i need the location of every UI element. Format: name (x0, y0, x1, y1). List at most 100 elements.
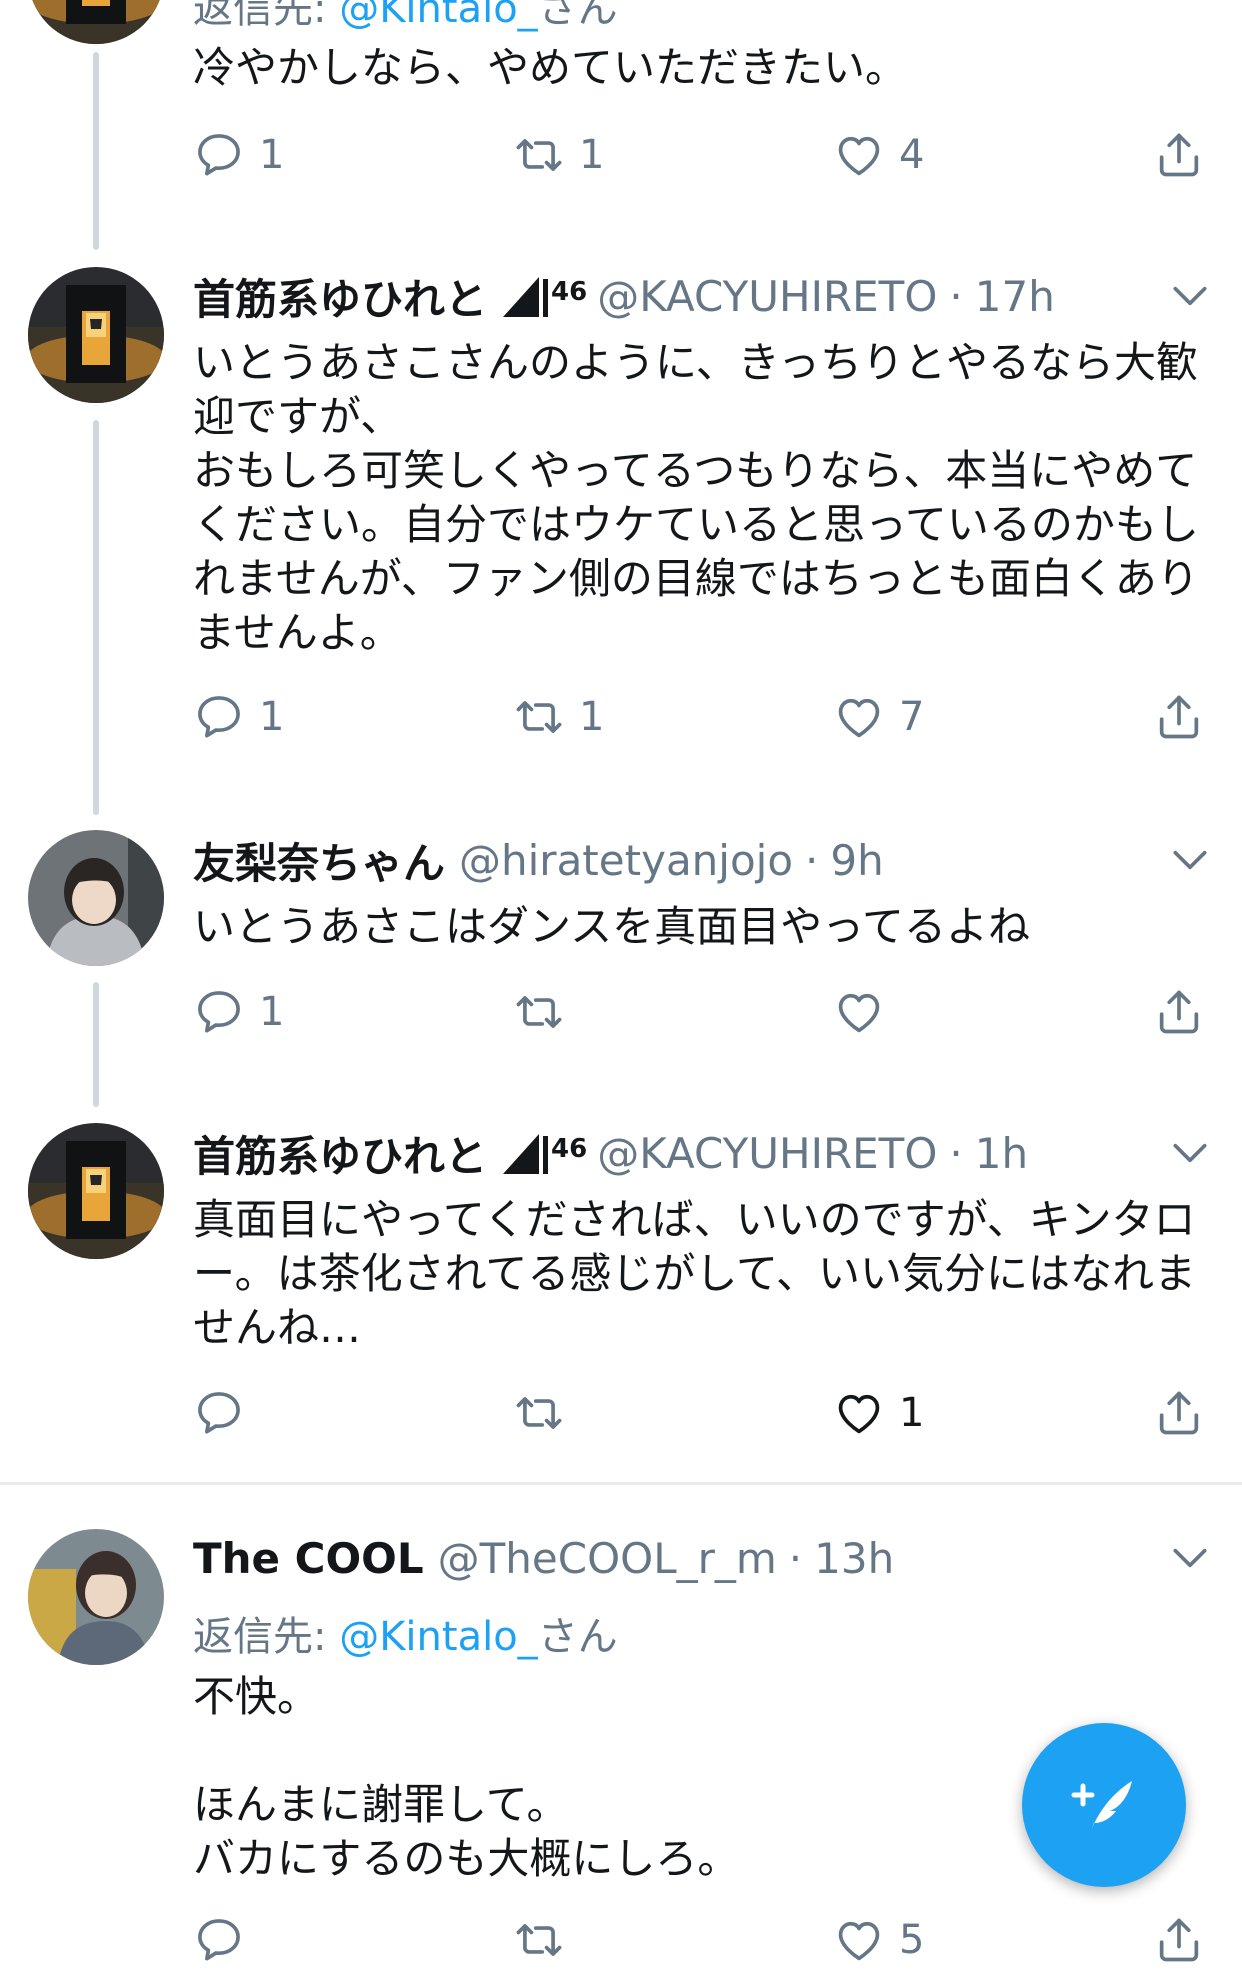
avatar[interactable] (28, 830, 164, 966)
retweet-button[interactable] (513, 1378, 579, 1448)
reply-button[interactable]: 1 (193, 120, 284, 190)
timestamp[interactable]: 17h (975, 272, 1055, 321)
speech-bubble-icon (193, 986, 245, 1038)
heart-icon (833, 986, 885, 1038)
share-button[interactable] (1153, 120, 1219, 190)
reply-button[interactable] (193, 1905, 259, 1975)
compose-tweet-button[interactable] (1022, 1723, 1186, 1887)
thread-line-2 (93, 420, 99, 815)
chevron-down-icon[interactable] (1168, 838, 1212, 882)
display-name[interactable]: 首筋系ゆひれと (193, 1123, 487, 1184)
like-button[interactable]: 1 (833, 1378, 924, 1448)
reply-button[interactable]: 1 (193, 977, 284, 1047)
user-handle[interactable]: @hiratetyanjojo (459, 836, 793, 885)
chevron-down-icon[interactable] (1168, 1131, 1212, 1175)
chevron-down-icon[interactable] (1168, 274, 1212, 318)
retweet-icon (513, 129, 565, 181)
heart-icon (833, 1387, 885, 1439)
retweet-count: 1 (579, 132, 605, 178)
display-name[interactable]: The COOL (193, 1534, 424, 1583)
retweet-icon (513, 986, 565, 1038)
avatar[interactable] (28, 267, 164, 403)
tweet-actions: 1 1 7 (193, 682, 1213, 752)
reply-count: 1 (259, 989, 285, 1035)
like-count: 7 (899, 694, 925, 740)
thread-line-top (93, 52, 99, 250)
reply-button[interactable] (193, 1378, 259, 1448)
display-name[interactable]: 首筋系ゆひれと (193, 266, 487, 327)
reply-to-mention[interactable]: @Kintalo_ (339, 1614, 537, 1660)
share-button[interactable] (1153, 1378, 1219, 1448)
reply-count: 1 (259, 132, 285, 178)
tweet-actions: 1 (193, 977, 1213, 1047)
tweet-header: 首筋系ゆひれと 46 @KACYUHIRETO · 17h (193, 268, 1055, 324)
heart-icon (833, 691, 885, 743)
timestamp[interactable]: 13h (814, 1534, 894, 1583)
reply-to-suffix: さん (537, 0, 618, 32)
user-handle[interactable]: @KACYUHIRETO (597, 1129, 937, 1178)
timestamp[interactable]: 1h (975, 1129, 1028, 1178)
signal-badge: 46 (501, 273, 587, 319)
like-button[interactable]: 4 (833, 120, 924, 190)
reply-to-prefix: 返信先: (193, 0, 327, 32)
timestamp[interactable]: 9h (830, 836, 883, 885)
tweet-actions: 5 (193, 1905, 1213, 1975)
reply-button[interactable]: 1 (193, 682, 284, 752)
avatar[interactable] (28, 1123, 164, 1259)
share-icon (1153, 129, 1205, 181)
share-button[interactable] (1153, 977, 1219, 1047)
like-count: 1 (899, 1390, 925, 1436)
retweet-button[interactable] (513, 1905, 579, 1975)
share-icon (1153, 1387, 1205, 1439)
tweet-text: いとうあさこはダンスを真面目やってるよね (193, 902, 1031, 951)
reply-count: 1 (259, 694, 285, 740)
tweet-text: 冷やかしなら、やめていただきたい。 (193, 43, 908, 92)
signal-bars-icon (503, 1134, 549, 1174)
retweet-button[interactable]: 1 (513, 682, 604, 752)
signal-badge: 46 (501, 1130, 587, 1176)
user-handle[interactable]: @KACYUHIRETO (597, 272, 937, 321)
share-icon (1153, 691, 1205, 743)
avatar[interactable] (28, 0, 164, 44)
reply-to-label: 返信先: @Kintalo_さん (193, 0, 618, 34)
tweet-actions: 1 (193, 1378, 1213, 1448)
tweet-header: 首筋系ゆひれと 46 @KACYUHIRETO · 1h (193, 1125, 1028, 1181)
signal-bars-icon (503, 277, 549, 317)
speech-bubble-icon (193, 1914, 245, 1966)
like-count: 4 (899, 132, 925, 178)
speech-bubble-icon (193, 1387, 245, 1439)
retweet-button[interactable] (513, 977, 579, 1047)
tweet-text: 真面目にやってくだされば、いいのですが、キンタロ ー。は茶化されてる感じがして、… (193, 1195, 1196, 1352)
compose-tweet-icon (1071, 1781, 1132, 1833)
separator-dot: · (949, 271, 963, 321)
tweet-actions: 1 1 4 (193, 120, 1213, 190)
retweet-count: 1 (579, 694, 605, 740)
share-button[interactable] (1153, 1905, 1219, 1975)
badge-number: 46 (551, 1134, 588, 1164)
like-button[interactable] (833, 977, 899, 1047)
tweet-header: The COOL @TheCOOL_r_m · 13h (193, 1530, 894, 1586)
separator-dot: · (949, 1128, 963, 1178)
heart-icon (833, 129, 885, 181)
like-button[interactable]: 7 (833, 682, 924, 752)
separator-dot: · (788, 1533, 803, 1583)
retweet-button[interactable]: 1 (513, 120, 604, 190)
tweet-text: いとうあさこさんのように、きっちりとやるなら大歓 迎ですが、 おもしろ可笑しくや… (193, 338, 1199, 657)
like-count: 5 (899, 1917, 925, 1963)
reply-to-mention[interactable]: @Kintalo_ (339, 0, 537, 32)
retweet-icon (513, 1387, 565, 1439)
avatar[interactable] (28, 1529, 164, 1665)
badge-number: 46 (551, 277, 588, 307)
user-handle[interactable]: @TheCOOL_r_m (438, 1534, 777, 1583)
share-button[interactable] (1153, 682, 1219, 752)
speech-bubble-icon (193, 129, 245, 181)
display-name[interactable]: 友梨奈ちゃん (193, 830, 445, 891)
retweet-icon (513, 1914, 565, 1966)
like-button[interactable]: 5 (833, 1905, 924, 1975)
chevron-down-icon[interactable] (1168, 1536, 1212, 1580)
heart-icon (833, 1914, 885, 1966)
share-icon (1153, 986, 1205, 1038)
reply-to-label: 返信先: @Kintalo_さん (193, 1604, 618, 1662)
separator-dot: · (805, 835, 819, 885)
thread-line-3 (93, 982, 99, 1107)
